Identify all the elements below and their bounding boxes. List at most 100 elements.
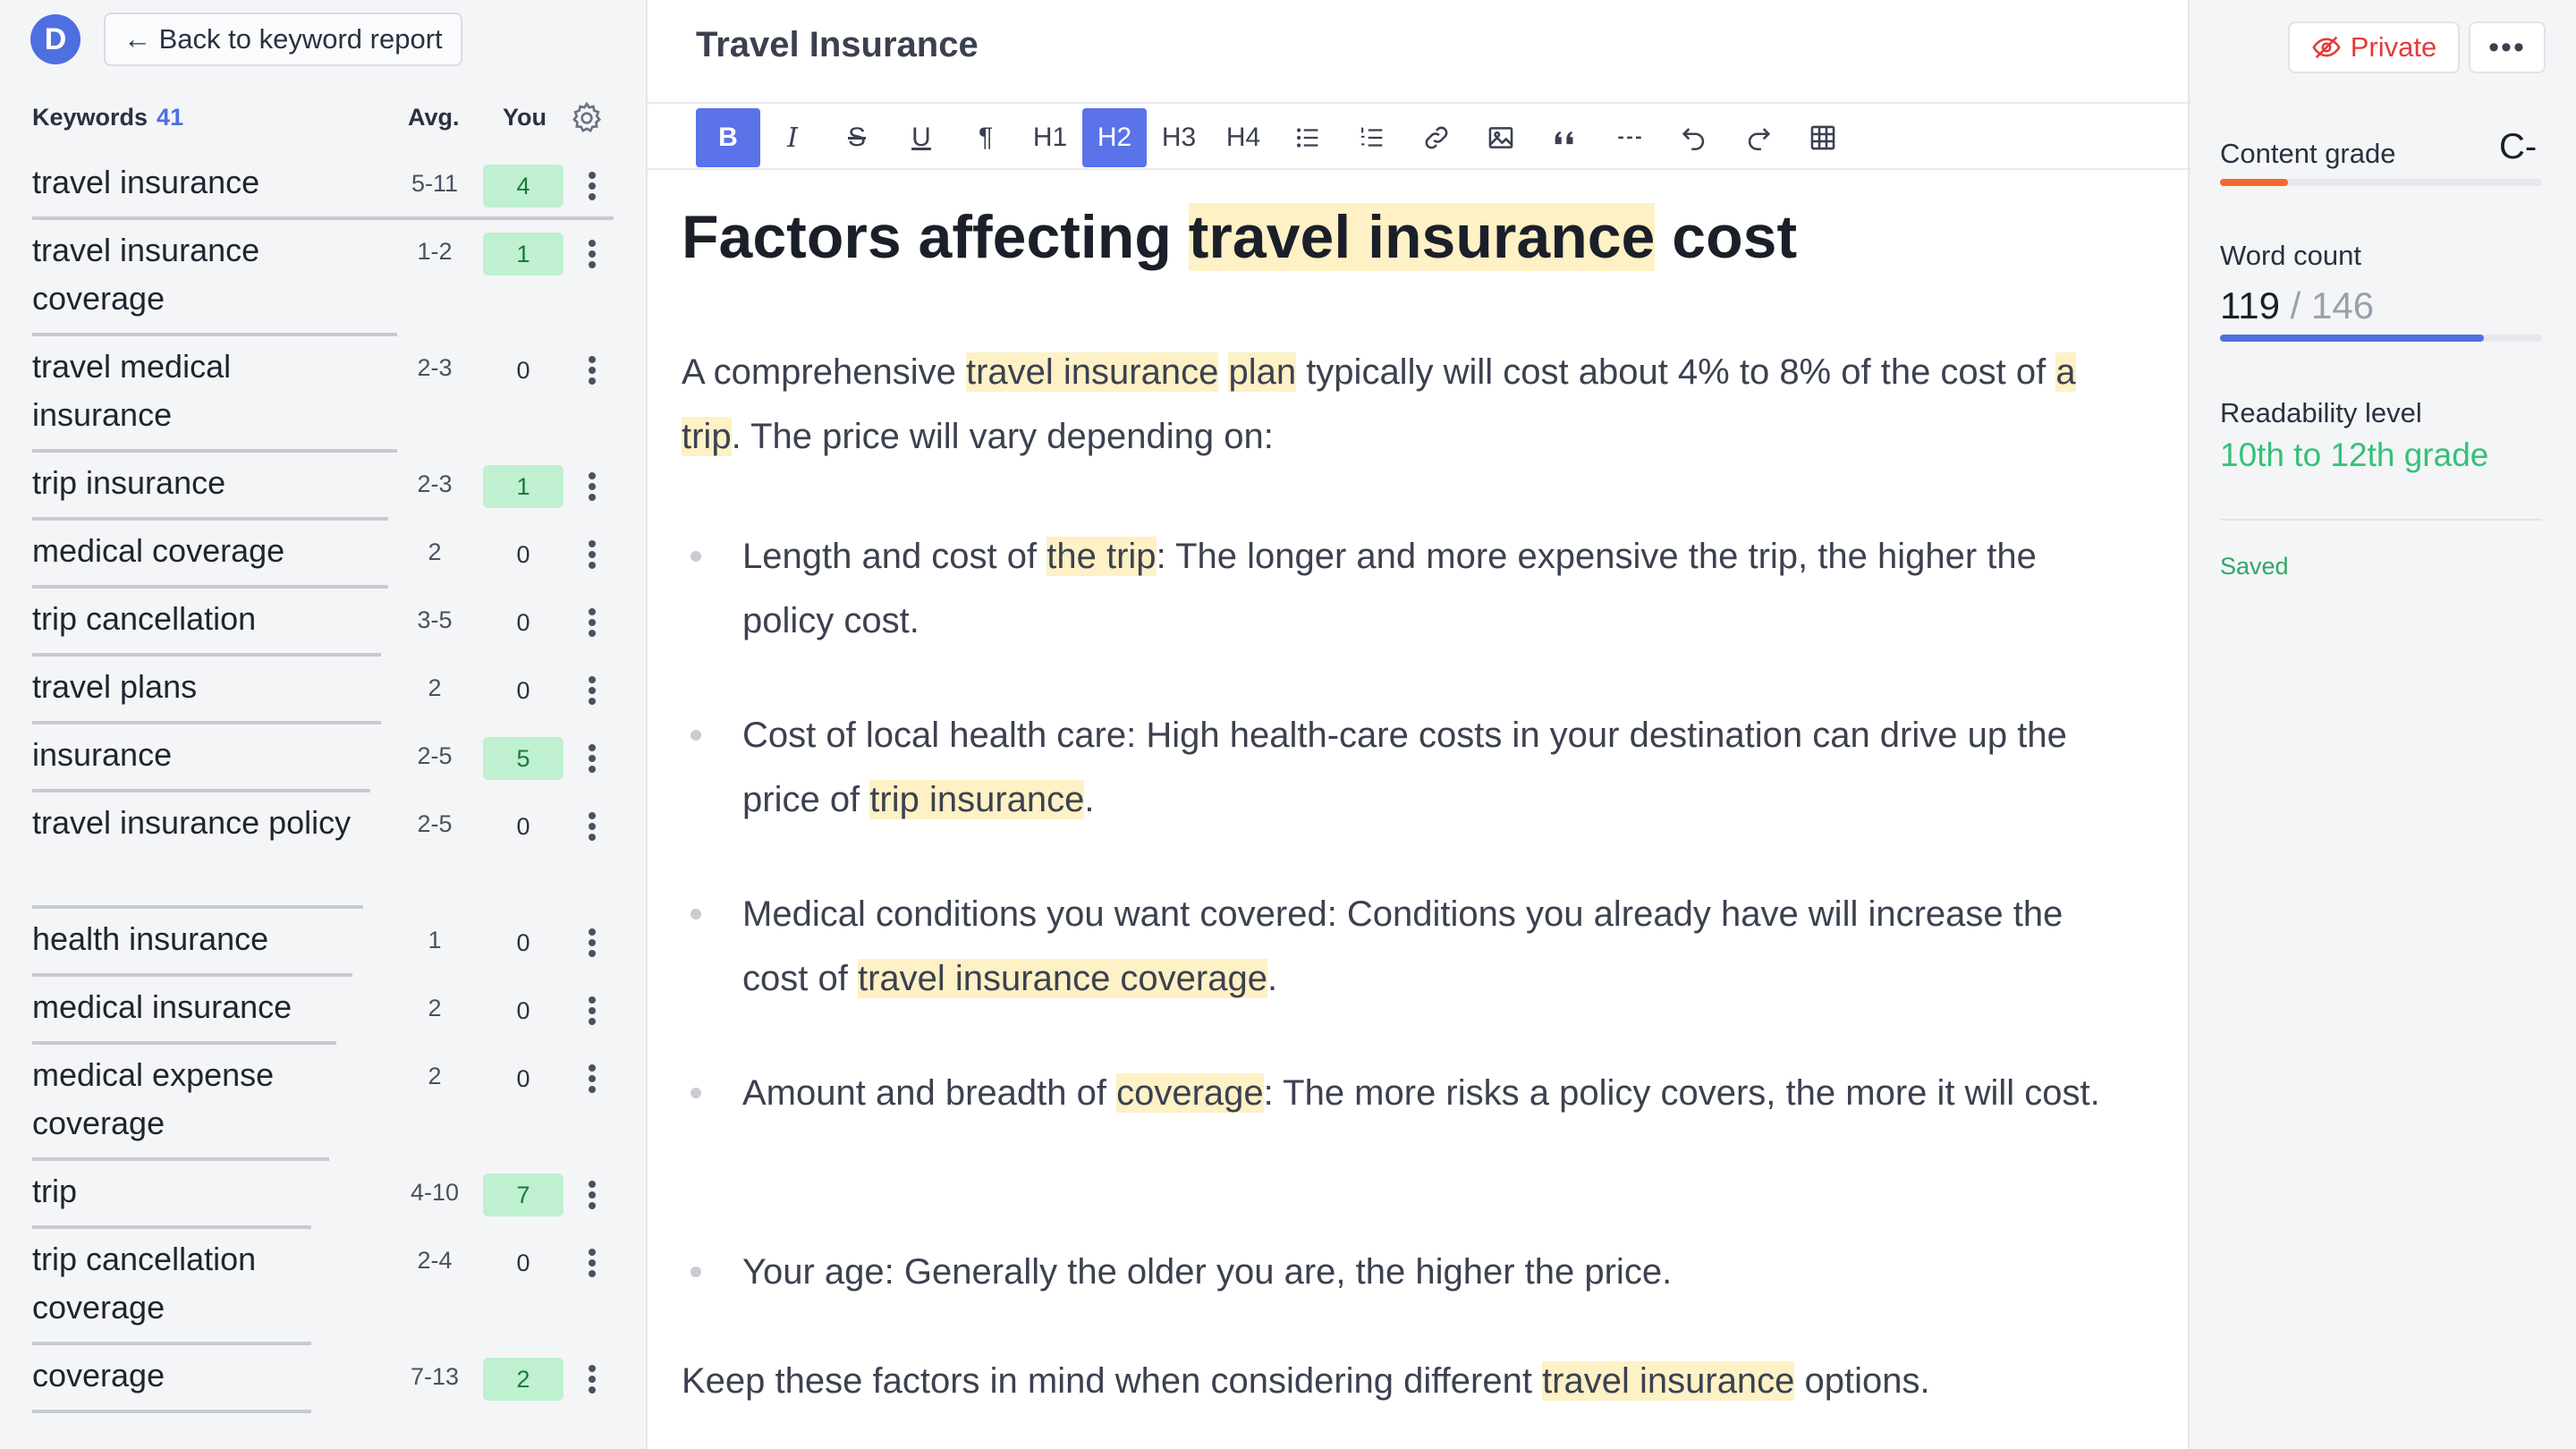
keyword-you-count: 1 — [483, 465, 564, 508]
saved-status: Saved — [2220, 553, 2289, 580]
keyword-you-count: 0 — [516, 813, 530, 840]
keyword-avg: 1-2 — [417, 238, 453, 265]
keyword-row[interactable]: health insurance 1 0 — [0, 909, 626, 977]
keyword-row[interactable]: trip 4-10 7 — [0, 1161, 626, 1229]
link-icon[interactable] — [1404, 108, 1469, 167]
keyword-name: trip — [32, 1173, 78, 1209]
quote-icon[interactable] — [1533, 108, 1597, 167]
keyword-avg: 2 — [428, 674, 442, 701]
keyword-row[interactable]: medical coverage 2 0 — [0, 521, 626, 589]
horizontal-rule-icon[interactable] — [1597, 108, 1662, 167]
keyword-row[interactable]: travel insurance policy 2-5 0 — [0, 792, 626, 909]
keyword-you-count: 0 — [516, 929, 530, 956]
more-options-button[interactable]: ••• — [2469, 21, 2546, 73]
kebab-menu-icon[interactable] — [583, 354, 601, 386]
keyword-row[interactable]: medical insurance 2 0 — [0, 977, 626, 1045]
outro-paragraph[interactable]: Keep these factors in mind when consider… — [682, 1349, 2122, 1413]
keyword-name: travel medical insurance — [32, 348, 232, 433]
image-icon[interactable] — [1469, 108, 1533, 167]
keyword-name: trip insurance — [32, 464, 226, 501]
kebab-menu-icon[interactable] — [583, 1063, 601, 1095]
kebab-menu-icon[interactable] — [583, 995, 601, 1027]
keyword-row[interactable]: trip insurance 2-3 1 — [0, 453, 626, 521]
keyword-avg: 5-11 — [411, 170, 459, 197]
keyword-highlight: trip insurance — [869, 780, 1085, 819]
document-heading[interactable]: Factors affecting travel insurance cost — [682, 202, 1797, 272]
strikethrough-button[interactable]: S — [825, 108, 889, 167]
back-to-report-button[interactable]: ← Back to keyword report — [104, 13, 462, 66]
keyword-row[interactable]: medical expense coverage 2 0 — [0, 1045, 626, 1161]
table-icon[interactable] — [1791, 108, 1855, 167]
keyword-row[interactable]: trip cancellation 3-5 0 — [0, 589, 626, 657]
keyword-name: travel plans — [32, 668, 198, 705]
document-title[interactable]: Travel Insurance — [696, 25, 979, 65]
kebab-menu-icon[interactable] — [583, 674, 601, 707]
word-count-value: 119 / 146 — [2220, 284, 2375, 326]
keyword-name: travel insurance — [32, 164, 260, 200]
keyword-avg: 7-13 — [410, 1363, 460, 1390]
kebab-menu-icon[interactable] — [583, 1363, 601, 1395]
h3-button[interactable]: H3 — [1147, 108, 1211, 167]
keyword-row[interactable]: travel plans 2 0 — [0, 657, 626, 724]
you-column-header: You — [503, 104, 547, 131]
underline-button[interactable]: U — [889, 108, 953, 167]
keyword-avg: 2-3 — [417, 470, 453, 497]
keyword-you-count: 5 — [483, 737, 564, 780]
h1-button[interactable]: H1 — [1018, 108, 1082, 167]
private-label: Private — [2350, 31, 2437, 63]
readability-value: 10th to 12th grade — [2220, 436, 2489, 473]
keyword-row[interactable]: coverage 7-13 2 — [0, 1345, 626, 1413]
kebab-menu-icon[interactable] — [583, 1179, 601, 1211]
italic-button[interactable]: I — [760, 108, 825, 167]
readability-label: Readability level — [2220, 397, 2422, 428]
kebab-menu-icon[interactable] — [583, 238, 601, 270]
keyword-row[interactable]: travel medical insurance 2-3 0 — [0, 336, 626, 453]
undo-icon[interactable] — [1662, 108, 1726, 167]
keyword-avg: 2-5 — [417, 810, 453, 837]
kebab-menu-icon[interactable] — [583, 606, 601, 639]
keyword-highlight: travel insurance — [1542, 1361, 1795, 1401]
keyword-highlight: travel insurance coverage — [857, 959, 1267, 998]
kebab-menu-icon[interactable] — [583, 810, 601, 843]
bullet-dot — [691, 909, 701, 919]
numbered-list-icon[interactable] — [1340, 108, 1404, 167]
app-logo[interactable]: D — [30, 14, 80, 64]
keyword-row[interactable]: travel insurance 5-11 4 — [0, 152, 626, 220]
keyword-progress-line — [32, 1410, 311, 1413]
keyword-avg: 4-10 — [410, 1179, 460, 1206]
gear-icon[interactable] — [569, 100, 605, 136]
keyword-name: trip cancellation coverage — [32, 1241, 257, 1326]
keyword-row[interactable]: travel insurance coverage 1-2 1 — [0, 220, 626, 336]
bullet-dot — [691, 1267, 701, 1277]
keyword-name: medical expense coverage — [32, 1056, 275, 1141]
h4-button[interactable]: H4 — [1211, 108, 1275, 167]
kebab-menu-icon[interactable] — [583, 1247, 601, 1279]
h2-button[interactable]: H2 — [1082, 108, 1147, 167]
bullet-text: Your age: Generally the older you are, t… — [742, 1252, 1673, 1292]
keyword-highlight: travel insurance — [1188, 203, 1656, 271]
keyword-row[interactable]: insurance 2-5 5 — [0, 724, 626, 792]
paragraph-button[interactable]: ¶ — [953, 108, 1018, 167]
content-grade-value: C- — [2499, 127, 2538, 166]
keyword-name: travel insurance coverage — [32, 232, 260, 317]
bullet-text: Cost of local health care: High health-c… — [742, 716, 2067, 819]
private-toggle-button[interactable]: Private — [2288, 21, 2460, 73]
kebab-menu-icon[interactable] — [583, 742, 601, 775]
bold-button[interactable]: B — [696, 108, 760, 167]
keyword-you-count: 0 — [516, 357, 530, 384]
avg-column-header: Avg. — [408, 104, 460, 131]
kebab-menu-icon[interactable] — [583, 170, 601, 202]
kebab-menu-icon[interactable] — [583, 470, 601, 503]
keyword-row[interactable]: trip cancellation coverage 2-4 0 — [0, 1229, 626, 1345]
keyword-avg: 2-4 — [417, 1247, 453, 1274]
keyword-avg: 2 — [428, 1063, 442, 1089]
content-grade-label: Content grade — [2220, 138, 2396, 169]
intro-paragraph[interactable]: A comprehensive travel insurance plan ty… — [682, 340, 2122, 469]
bullet-list-icon[interactable] — [1275, 108, 1340, 167]
word-count-target: / 146 — [2279, 284, 2375, 326]
bullet-dot — [691, 730, 701, 741]
redo-icon[interactable] — [1726, 108, 1791, 167]
kebab-menu-icon[interactable] — [583, 538, 601, 571]
kebab-menu-icon[interactable] — [583, 927, 601, 959]
keyword-name: medical coverage — [32, 532, 285, 569]
